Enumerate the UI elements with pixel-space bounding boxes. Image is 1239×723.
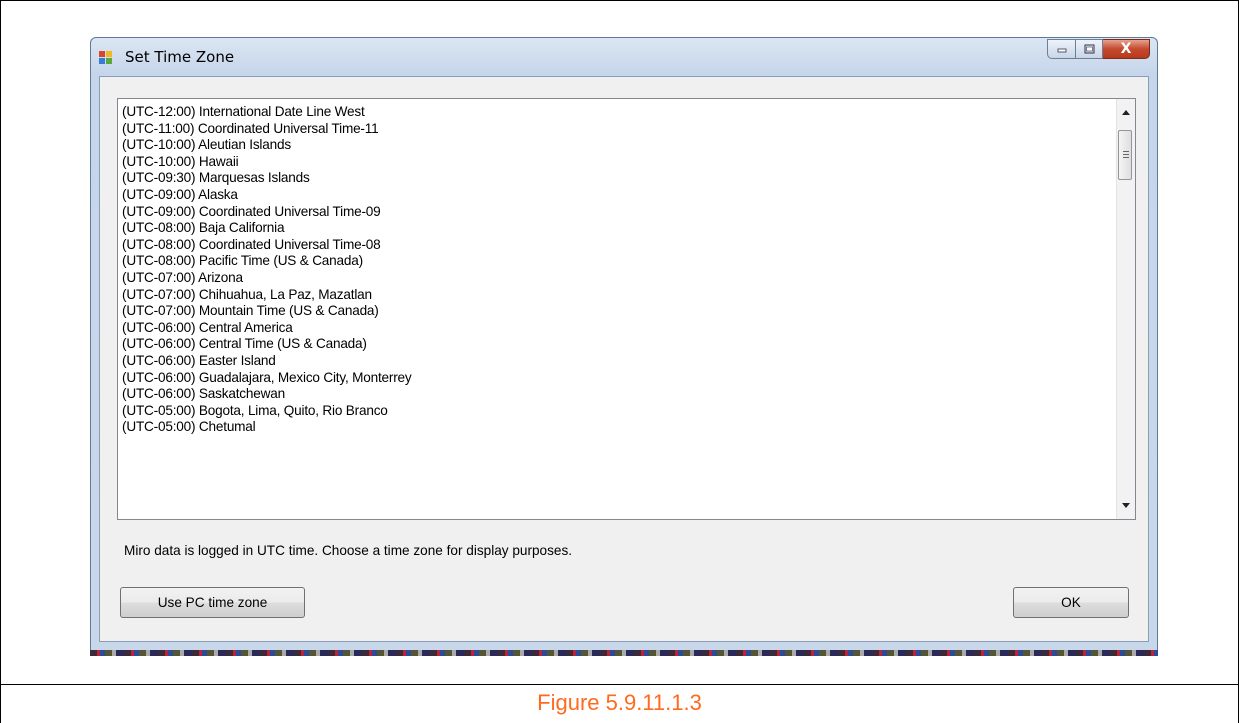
scroll-down-icon[interactable] — [1122, 503, 1130, 508]
grip-line — [1123, 157, 1129, 158]
timezone-option[interactable]: (UTC-06:00) Central Time (US & Canada) — [122, 336, 412, 353]
timezone-option[interactable]: (UTC-08:00) Coordinated Universal Time-0… — [122, 237, 412, 254]
timezone-option[interactable]: (UTC-09:00) Coordinated Universal Time-0… — [122, 204, 412, 221]
timezone-option[interactable]: (UTC-10:00) Hawaii — [122, 154, 412, 171]
use-pc-time-zone-button[interactable]: Use PC time zone — [120, 587, 305, 618]
maximize-icon — [1084, 44, 1094, 54]
grip-line — [1123, 154, 1129, 155]
timezone-option[interactable]: (UTC-08:00) Pacific Time (US & Canada) — [122, 253, 412, 270]
timezone-listbox[interactable]: (UTC-12:00) International Date Line West… — [117, 98, 1136, 520]
timezone-option[interactable]: (UTC-10:00) Aleutian Islands — [122, 137, 412, 154]
grip-line — [1123, 151, 1129, 152]
app-icon — [99, 51, 112, 64]
minimize-icon — [1057, 48, 1066, 53]
close-icon: X — [1120, 41, 1132, 57]
timezone-option[interactable]: (UTC-07:00) Chihuahua, La Paz, Mazatlan — [122, 287, 412, 304]
timezone-option[interactable]: (UTC-07:00) Arizona — [122, 270, 412, 287]
timezone-option[interactable]: (UTC-06:00) Central America — [122, 320, 412, 337]
scroll-up-icon[interactable] — [1122, 110, 1130, 115]
timezone-option[interactable]: (UTC-12:00) International Date Line West — [122, 104, 412, 121]
dialog-client-area: (UTC-12:00) International Date Line West… — [99, 76, 1149, 642]
window-title: Set Time Zone — [125, 48, 235, 66]
window-controls: X — [1047, 39, 1150, 61]
timezone-option[interactable]: (UTC-11:00) Coordinated Universal Time-1… — [122, 121, 412, 138]
scrollbar-thumb[interactable] — [1118, 130, 1132, 180]
info-text: Miro data is logged in UTC time. Choose … — [124, 543, 573, 558]
vertical-scrollbar[interactable] — [1116, 99, 1135, 519]
timezone-list: (UTC-12:00) International Date Line West… — [122, 104, 412, 436]
title-bar[interactable]: Set Time Zone X — [91, 38, 1157, 76]
ok-button[interactable]: OK — [1013, 587, 1129, 618]
close-button[interactable]: X — [1103, 39, 1150, 59]
maximize-button[interactable] — [1076, 39, 1103, 59]
timezone-option[interactable]: (UTC-09:30) Marquesas Islands — [122, 170, 412, 187]
timezone-option[interactable]: (UTC-05:00) Bogota, Lima, Quito, Rio Bra… — [122, 403, 412, 420]
timezone-option[interactable]: (UTC-07:00) Mountain Time (US & Canada) — [122, 303, 412, 320]
timezone-option[interactable]: (UTC-05:00) Chetumal — [122, 419, 412, 436]
timezone-option[interactable]: (UTC-06:00) Saskatchewan — [122, 386, 412, 403]
figure-caption: Figure 5.9.11.1.3 — [537, 690, 702, 715]
set-time-zone-dialog: Set Time Zone X (UTC-12:00) Internationa… — [90, 37, 1158, 651]
background-strip — [90, 650, 1158, 656]
timezone-option[interactable]: (UTC-09:00) Alaska — [122, 187, 412, 204]
timezone-option[interactable]: (UTC-06:00) Easter Island — [122, 353, 412, 370]
timezone-option[interactable]: (UTC-06:00) Guadalajara, Mexico City, Mo… — [122, 370, 412, 387]
timezone-option[interactable]: (UTC-08:00) Baja California — [122, 220, 412, 237]
minimize-button[interactable] — [1047, 39, 1076, 59]
